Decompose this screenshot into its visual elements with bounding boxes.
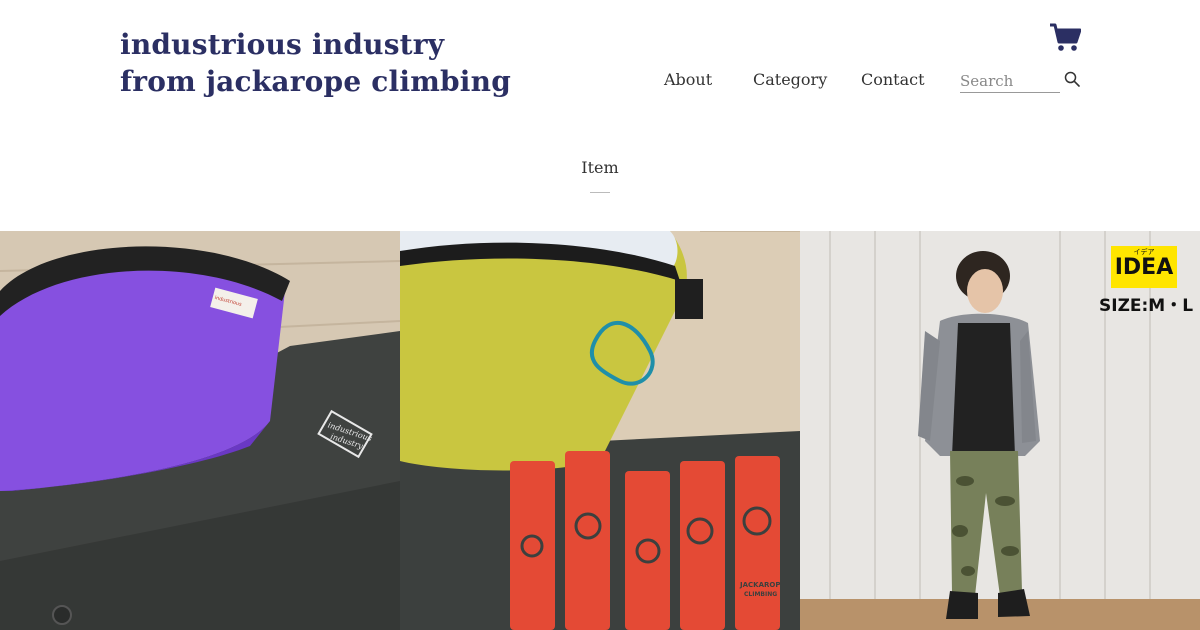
size-label: SIZE:M・L	[1099, 296, 1194, 316]
item-card-purple-pouch[interactable]: industrious industrious industry	[0, 231, 400, 630]
item-photo: JACKAROPE CLIMBING	[400, 231, 800, 630]
item-grid: industrious industrious industry JACKARO…	[0, 231, 1200, 630]
item-card-yellow-pouch[interactable]: JACKAROPE CLIMBING	[400, 231, 800, 630]
title-divider	[590, 192, 610, 193]
cart-icon[interactable]	[1049, 22, 1081, 52]
nav-category[interactable]: Category	[753, 70, 827, 89]
site-logo[interactable]: industrious industry from jackarope clim…	[120, 26, 511, 100]
idea-badge: イデア IDEA	[1111, 246, 1177, 288]
nav-contact[interactable]: Contact	[861, 70, 925, 89]
search-input[interactable]	[960, 70, 1060, 93]
item-card-camo-pants[interactable]: イデア IDEA SIZE:M・L	[800, 231, 1200, 630]
section-title: Item	[581, 158, 619, 177]
idea-badge-word: IDEA	[1114, 255, 1174, 280]
item-photo: industrious industrious industry	[0, 231, 400, 630]
logo-line-2: from jackarope climbing	[120, 65, 511, 98]
logo-line-1: industrious industry	[120, 28, 445, 61]
print-mark-line-2: CLIMBING	[744, 591, 777, 598]
search-icon[interactable]	[1064, 71, 1080, 87]
nav-about[interactable]: About	[664, 70, 712, 89]
print-mark-line-1: JACKAROPE	[739, 581, 785, 589]
